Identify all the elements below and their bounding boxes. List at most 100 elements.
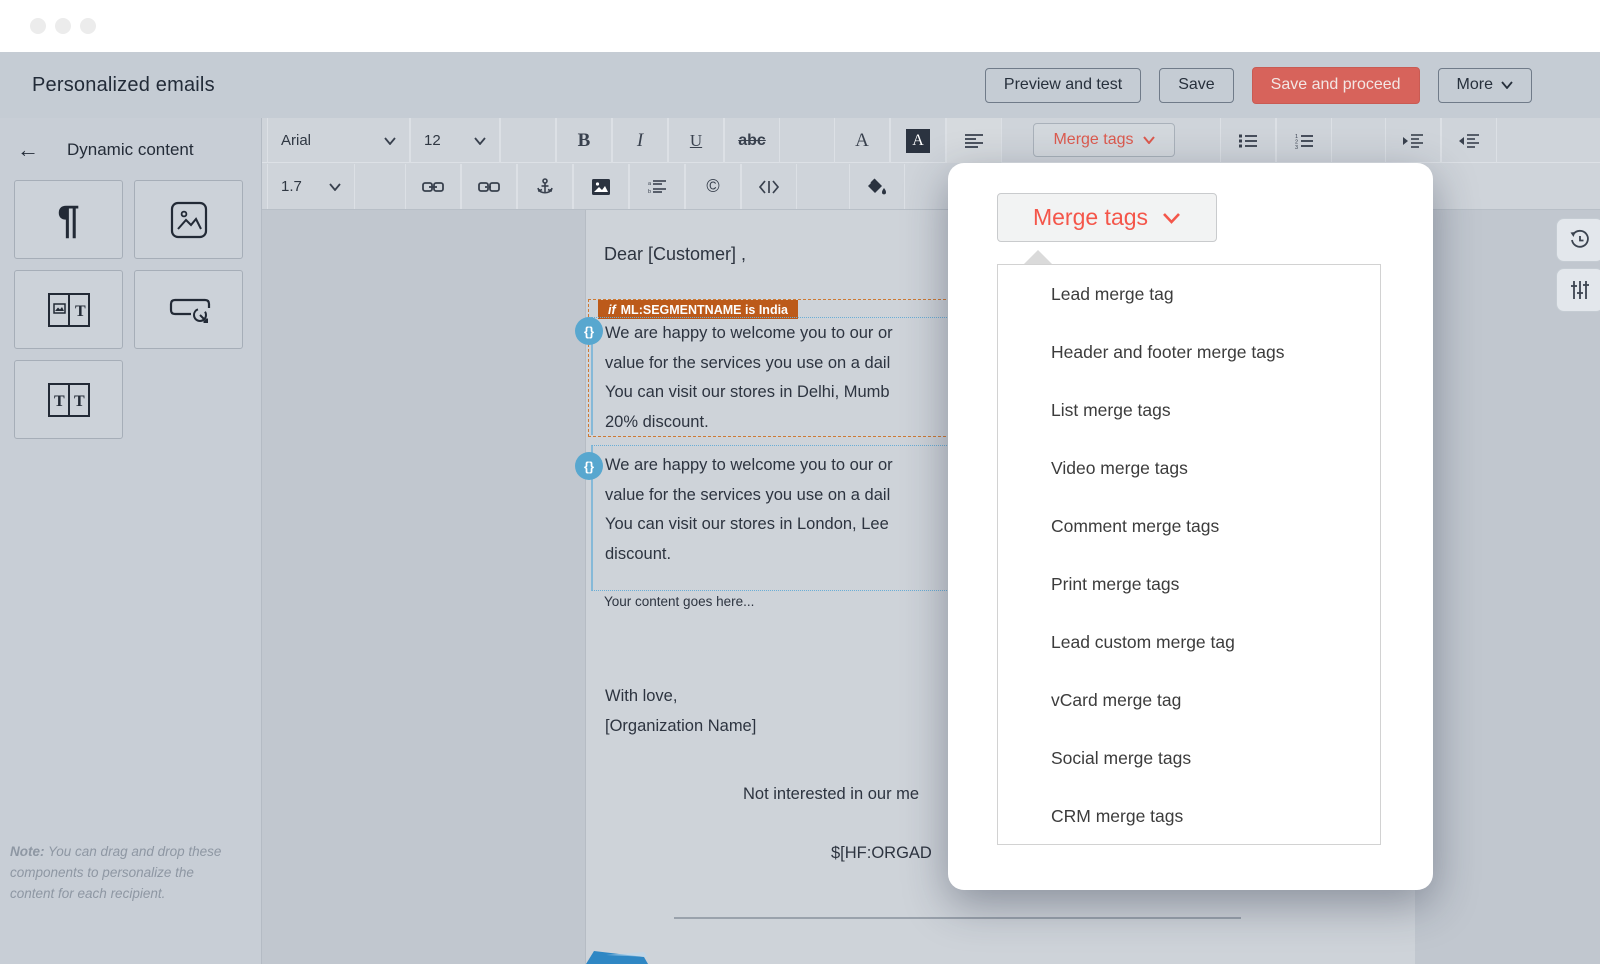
toolbar-row-1: Arial 12 B I U abc A A Merge tags xyxy=(262,118,1600,163)
dynamic-content-sidebar: ← Dynamic content ¶ T T xyxy=(0,118,262,964)
source-code-button[interactable] xyxy=(741,164,797,209)
chevron-down-icon xyxy=(1501,81,1513,89)
line-height-select[interactable]: 1.7 xyxy=(267,164,355,209)
bullet-list-button[interactable] xyxy=(1220,118,1276,163)
svg-text:T: T xyxy=(54,393,65,410)
fill-color-button[interactable] xyxy=(849,164,905,209)
anchor-button[interactable] xyxy=(517,164,573,209)
definition-list-button[interactable]: ab xyxy=(629,164,685,209)
code-icon xyxy=(759,180,779,194)
email-divider xyxy=(674,917,1241,919)
history-button[interactable] xyxy=(1556,218,1600,262)
settings-sliders-button[interactable] xyxy=(1556,268,1600,312)
font-size-select[interactable]: 12 xyxy=(410,118,500,163)
font-color-button[interactable]: A xyxy=(834,118,890,163)
history-icon xyxy=(1569,229,1591,251)
note-label: Note: xyxy=(10,844,45,859)
remove-link-button[interactable] xyxy=(461,164,517,209)
unlink-icon xyxy=(478,180,500,194)
chevron-down-icon xyxy=(474,137,486,145)
definition-list-icon: ab xyxy=(648,179,666,195)
text-text-component-card[interactable]: T T xyxy=(14,360,123,439)
email-signoff[interactable]: With love, [Organization Name] xyxy=(605,682,756,741)
svg-text:a: a xyxy=(648,181,652,187)
svg-text:3: 3 xyxy=(1295,145,1298,149)
sidebar-note: Note: You can drag and drop these compon… xyxy=(10,842,238,905)
email-greeting[interactable]: Dear [Customer] , xyxy=(604,240,746,270)
footer-merge-tag: $[HF:ORGAD xyxy=(831,839,932,869)
button-click-icon xyxy=(167,294,211,326)
align-left-icon xyxy=(965,133,983,149)
insert-link-button[interactable] xyxy=(405,164,461,209)
underline-button[interactable]: U xyxy=(668,118,724,163)
merge-tags-dropdown: Lead merge tag Header and footer merge t… xyxy=(997,264,1381,845)
app-header: Personalized emails Preview and test Sav… xyxy=(0,52,1600,118)
back-arrow-icon[interactable]: ← xyxy=(17,139,39,161)
menu-item-lead-custom-merge-tag[interactable]: Lead custom merge tag xyxy=(998,614,1380,672)
menu-item-vcard-merge-tag[interactable]: vCard merge tag xyxy=(998,672,1380,730)
indent-button[interactable] xyxy=(1385,118,1441,163)
header-actions: Preview and test Save Save and proceed M… xyxy=(985,52,1532,118)
outdent-icon xyxy=(1459,133,1479,149)
merge-tags-toolbar-button[interactable]: Merge tags xyxy=(1033,123,1175,157)
unsubscribe-text[interactable]: Not interested in our me xyxy=(743,780,919,810)
image-component-card[interactable] xyxy=(134,180,243,259)
italic-button[interactable]: I xyxy=(612,118,668,163)
image-icon xyxy=(592,179,610,195)
content-placeholder[interactable]: Your content goes here... xyxy=(604,594,754,609)
menu-item-lead-merge-tag[interactable]: Lead merge tag xyxy=(998,265,1380,323)
anchor-icon xyxy=(537,178,553,196)
condition-if-label: if xyxy=(608,303,616,317)
numbered-list-button[interactable]: 123 xyxy=(1276,118,1332,163)
chevron-down-icon xyxy=(1162,212,1181,224)
menu-item-crm-merge-tags[interactable]: CRM merge tags xyxy=(998,788,1380,846)
align-left-button[interactable] xyxy=(946,118,1002,163)
outdent-button[interactable] xyxy=(1441,118,1497,163)
image-text-component-card[interactable]: T xyxy=(14,270,123,349)
paragraph-icon: ¶ xyxy=(57,200,79,240)
insert-image-button[interactable] xyxy=(573,164,629,209)
menu-item-header-footer-merge-tags[interactable]: Header and footer merge tags xyxy=(998,323,1380,381)
fill-color-icon xyxy=(867,178,887,196)
merge-tags-button[interactable]: Merge tags xyxy=(997,193,1217,242)
highlight-color-icon: A xyxy=(906,129,930,153)
window-chrome xyxy=(0,0,1600,52)
dropdown-pointer xyxy=(1023,250,1053,265)
footer-graphic xyxy=(586,948,656,964)
more-button[interactable]: More xyxy=(1438,68,1532,103)
chevron-down-icon xyxy=(384,137,396,145)
bold-button[interactable]: B xyxy=(556,118,612,163)
font-family-select[interactable]: Arial xyxy=(267,118,410,163)
toolbar-spacer xyxy=(500,118,556,163)
svg-text:T: T xyxy=(74,393,85,410)
highlight-color-button[interactable]: A xyxy=(890,118,946,163)
text-text-icon: T T xyxy=(48,383,90,417)
image-text-icon: T xyxy=(48,293,90,327)
menu-item-comment-merge-tags[interactable]: Comment merge tags xyxy=(998,497,1380,555)
sidebar-title: Dynamic content xyxy=(67,140,194,160)
image-icon xyxy=(169,201,209,239)
link-icon xyxy=(422,180,444,194)
page-title: Personalized emails xyxy=(32,52,215,118)
menu-item-video-merge-tags[interactable]: Video merge tags xyxy=(998,439,1380,497)
window-dot-icon xyxy=(55,18,71,34)
menu-item-list-merge-tags[interactable]: List merge tags xyxy=(998,381,1380,439)
copyright-symbol-button[interactable]: © xyxy=(685,164,741,209)
menu-item-social-merge-tags[interactable]: Social merge tags xyxy=(998,730,1380,788)
numbered-list-icon: 123 xyxy=(1295,133,1313,149)
window-dot-icon xyxy=(80,18,96,34)
merge-variable-badge[interactable]: {} xyxy=(575,452,603,480)
merge-tags-spotlight-popup: Merge tags Lead merge tag Header and foo… xyxy=(948,163,1433,890)
preview-and-test-button[interactable]: Preview and test xyxy=(985,68,1141,103)
strikethrough-button[interactable]: abc xyxy=(724,118,780,163)
bullet-list-icon xyxy=(1239,133,1257,149)
button-component-card[interactable] xyxy=(134,270,243,349)
save-button[interactable]: Save xyxy=(1159,68,1233,103)
indent-icon xyxy=(1403,133,1423,149)
menu-item-print-merge-tags[interactable]: Print merge tags xyxy=(998,555,1380,613)
condition-text: ML:SEGMENTNAME is India xyxy=(621,303,788,317)
merge-variable-badge[interactable]: {} xyxy=(575,317,603,345)
paragraph-component-card[interactable]: ¶ xyxy=(14,180,123,259)
svg-text:b: b xyxy=(648,189,651,195)
save-and-proceed-button[interactable]: Save and proceed xyxy=(1252,67,1420,104)
